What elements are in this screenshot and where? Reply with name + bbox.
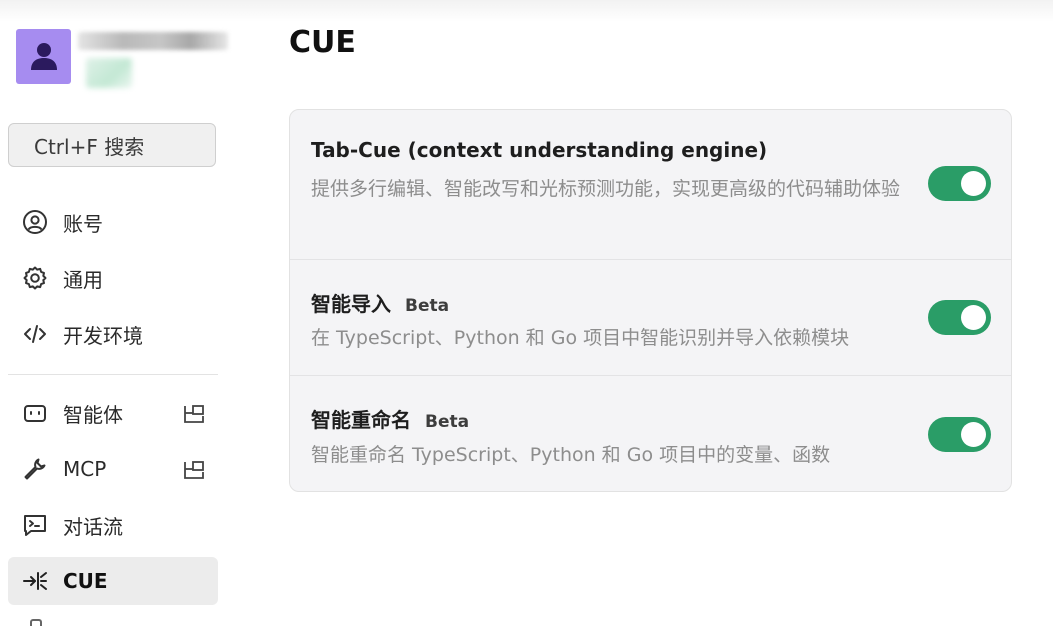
settings-card: Tab-Cue (context understanding engine) 提… [289,109,1012,492]
sidebar-divider [8,374,218,375]
setting-title-text: 智能重命名 [311,408,411,432]
bot-icon [21,399,49,427]
setting-description: 提供多行编辑、智能改写和光标预测功能，实现更高级的代码辅助体验 [311,178,901,200]
next-item-icon-cropped [30,619,42,626]
setting-title: Tab-Cue (context understanding engine) [311,138,767,162]
wrench-icon [21,455,49,483]
toggle-knob [961,305,986,330]
terminal-chat-icon [21,511,49,539]
username-redacted [78,32,228,50]
setting-description: 智能重命名 TypeScript、Python 和 Go 项目中的变量、函数 [311,444,831,466]
sidebar-item-cue[interactable]: CUE [8,557,218,605]
setting-title-text: 智能导入 [311,292,391,316]
sidebar-item-label: MCP [63,457,107,481]
toggle-knob [961,422,986,447]
setting-title: 智能导入 Beta [311,288,449,317]
sidebar-item-label: CUE [63,569,108,593]
sidebar-item-label: 开发环境 [63,323,143,348]
setting-title: 智能重命名 Beta [311,404,469,433]
search-label: Ctrl+F 搜索 [34,134,145,159]
sidebar: Ctrl+F 搜索 账号 通用 开发环境 智能体 MCP 对话流 CUE [0,0,232,626]
sidebar-item-dev-env[interactable]: 开发环境 [8,310,218,358]
user-circle-icon [21,208,49,236]
sidebar-item-account[interactable]: 账号 [8,198,218,246]
sidebar-item-label: 账号 [63,211,103,236]
tab-cue-toggle[interactable] [928,166,991,201]
open-external-icon[interactable] [182,402,206,426]
setting-description: 在 TypeScript、Python 和 Go 项目中智能识别并导入依赖模块 [311,327,850,349]
sidebar-item-label: 通用 [63,267,103,292]
setting-row-smart-rename: 智能重命名 Beta 智能重命名 TypeScript、Python 和 Go 项… [290,376,1011,491]
open-external-icon[interactable] [182,458,206,482]
sidebar-item-label: 智能体 [63,402,123,427]
toggle-knob [961,171,986,196]
user-silhouette-icon [31,43,57,70]
plan-badge-redacted [86,58,132,88]
gear-icon [21,264,49,292]
sidebar-item-mcp[interactable]: MCP [8,445,218,493]
code-icon [21,320,49,348]
beta-badge: Beta [425,412,470,432]
setting-row-tab-cue: Tab-Cue (context understanding engine) 提… [290,110,1011,259]
sidebar-item-conversation-flow[interactable]: 对话流 [8,501,218,549]
setting-title-text: Tab-Cue (context understanding engine) [311,138,768,162]
beta-badge: Beta [405,296,450,316]
sidebar-item-label: 对话流 [63,514,123,539]
avatar[interactable] [16,29,71,84]
smart-rename-toggle[interactable] [928,417,991,452]
sidebar-item-agents[interactable]: 智能体 [8,389,218,437]
sidebar-item-general[interactable]: 通用 [8,254,218,302]
search-button[interactable]: Ctrl+F 搜索 [8,123,216,167]
cue-icon [21,567,49,595]
setting-row-smart-import: 智能导入 Beta 在 TypeScript、Python 和 Go 项目中智能识… [290,260,1011,375]
smart-import-toggle[interactable] [928,300,991,335]
page-title: CUE [289,25,356,60]
